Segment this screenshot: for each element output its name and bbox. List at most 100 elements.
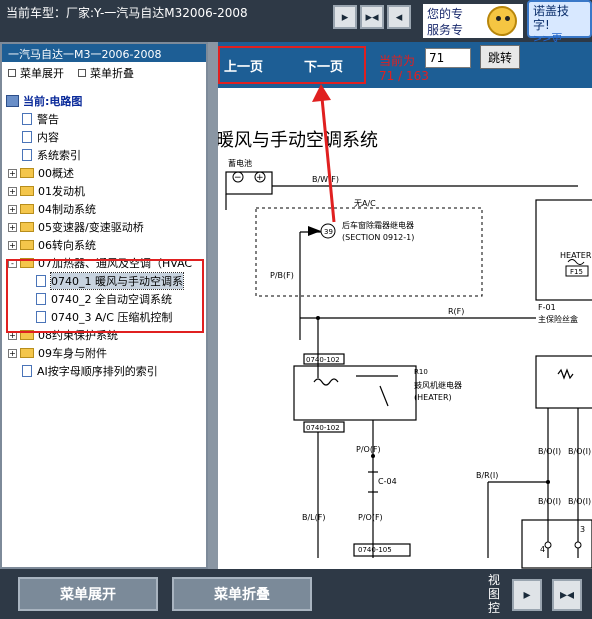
tree-collapse-link[interactable]: 菜单折叠 — [78, 65, 134, 81]
tree-item[interactable]: +06转向系统 — [2, 236, 206, 254]
diagram-label: B/W(F) — [312, 175, 339, 184]
tree-item[interactable]: +09车身与附件 — [2, 344, 206, 362]
diagram-label: R10 — [414, 368, 428, 376]
square-icon — [78, 69, 86, 77]
tree-root[interactable]: 当前:电路图 — [2, 92, 206, 110]
diagram-label: (SECTION 0912-1) — [342, 233, 414, 242]
diagram-label: 39 — [324, 228, 333, 236]
view-right-button-bottom[interactable]: ▸ — [512, 579, 542, 611]
diagram-label: B/O(I) — [538, 447, 561, 456]
diagram-label: 0740-105 — [358, 546, 392, 554]
tree-item[interactable]: 系统索引 — [2, 146, 206, 164]
document-icon — [22, 113, 32, 125]
diagram-label: 0740-102 — [306, 356, 340, 364]
tree-ops: 菜单展开 菜单折叠 — [2, 62, 206, 84]
document-icon — [22, 149, 32, 161]
tree-item[interactable]: +00概述 — [2, 164, 206, 182]
expand-icon[interactable]: + — [8, 204, 17, 214]
square-icon — [8, 69, 16, 77]
smiley-icon — [487, 6, 517, 36]
expand-icon[interactable]: + — [8, 222, 17, 232]
diagram-label: 鼓风机继电器 — [414, 380, 462, 390]
expand-menu-button[interactable]: 菜单展开 — [18, 577, 158, 611]
wiring-diagram: − + 蓄电池 B/W(F) 无A/C 39 后车窗除霜器继电器 (SECTIO… — [225, 158, 592, 569]
diagram-label: 3 — [580, 525, 585, 534]
diagram-label: 蓄电池 — [228, 158, 252, 168]
diagram-label: B/O(I) — [568, 447, 591, 456]
diagram-label: 主保险丝盒 — [538, 314, 578, 324]
ad-right-line-2: 字! — [533, 18, 550, 32]
diagram-label: B/O(I) — [568, 497, 591, 506]
tree-view: 当前:电路图 警告 内容 系统索引 +00概述 +01发动机 +04制动系统 +05变速器/… — [2, 84, 206, 380]
view-control-group: ▸ ▸◂ ◂ — [333, 5, 411, 29]
tree-expand-label: 菜单展开 — [20, 67, 64, 80]
folder-icon — [20, 240, 34, 250]
expand-icon[interactable]: + — [8, 168, 17, 178]
sidebar-splitter[interactable] — [208, 42, 218, 569]
content-panel: 上一页 下一页 当前为 71 / 163 跳转 暖风与手动空调系统 — [218, 42, 592, 569]
next-page-button[interactable]: 下一页 — [304, 56, 343, 75]
folder-icon — [20, 348, 34, 358]
tree-item-label: 内容 — [37, 131, 59, 144]
jump-button[interactable]: 跳转 — [480, 45, 520, 69]
diagram-label: (HEATER) — [414, 393, 452, 402]
tree-root-label: 当前:电路图 — [23, 95, 83, 108]
tree-item[interactable]: 警告 — [2, 110, 206, 128]
document-icon — [22, 131, 32, 143]
tree-item[interactable]: +01发动机 — [2, 182, 206, 200]
tree-item[interactable]: +05变速器/变速驱动桥 — [2, 218, 206, 236]
diagram-label: 0740-102 — [306, 424, 340, 432]
expand-icon[interactable]: + — [8, 348, 17, 358]
tree-item[interactable]: AI按字母顺序排列的索引 — [2, 362, 206, 380]
view-control-label: 视图控 — [488, 573, 501, 615]
window-title: 当前车型：厂家:Y-一汽马自达M32006-2008 — [6, 6, 248, 20]
diagram-label: P/O(F) — [356, 445, 381, 454]
sidebar: 一汽马自达一M3一2006-2008 菜单展开 菜单折叠 当前:电路图 警告 内容… — [0, 42, 208, 569]
diagram-label: F-01 — [538, 303, 556, 312]
tree-item-label: AI按字母顺序排列的索引 — [37, 365, 158, 378]
ad-banner-left[interactable]: 您的专 服务专 — [423, 4, 523, 38]
diagram-label: 无A/C — [354, 199, 376, 208]
diagram-label: 后车窗除霜器继电器 — [342, 220, 414, 230]
collapse-menu-button[interactable]: 菜单折叠 — [172, 577, 312, 611]
view-split-button-bottom[interactable]: ▸◂ — [552, 579, 582, 611]
tree-item-label: 04制动系统 — [38, 203, 96, 216]
page-count: 71 / 163 — [379, 69, 429, 83]
view-right-button[interactable]: ▸ — [333, 5, 357, 29]
expand-icon[interactable]: + — [8, 240, 17, 250]
plus-glyph: + — [256, 173, 264, 183]
tree-item-label: 09车身与附件 — [38, 347, 107, 360]
diagram-label: B/L(F) — [302, 513, 325, 522]
page-navbar: 上一页 下一页 当前为 71 / 163 跳转 — [218, 42, 592, 88]
title-bar: 当前车型：厂家:Y-一汽马自达M32006-2008 ▸ ▸◂ ◂ 您的专 服务… — [0, 0, 592, 45]
page-number-input[interactable] — [425, 48, 471, 68]
diagram-label: P/B(F) — [270, 271, 294, 280]
diagram-label: P/O(F) — [358, 513, 383, 522]
tree-item[interactable]: +04制动系统 — [2, 200, 206, 218]
tree-item-label: 系统索引 — [37, 149, 81, 162]
computer-icon — [6, 95, 19, 107]
folder-icon — [20, 222, 34, 232]
tree-item-label: 05变速器/变速驱动桥 — [38, 221, 144, 234]
view-split-button[interactable]: ▸◂ — [360, 5, 384, 29]
ad-right-line-1: 诺盖技 — [533, 4, 570, 18]
tree-expand-link[interactable]: 菜单展开 — [8, 65, 64, 81]
bottom-toolbar: 菜单展开 菜单折叠 视图控 ▸ ▸◂ — [0, 569, 592, 619]
diagram-label: R(F) — [448, 307, 464, 316]
minus-glyph: − — [234, 173, 242, 183]
prev-page-button[interactable]: 上一页 — [224, 56, 263, 75]
diagram-label: HEATER — [560, 251, 592, 260]
diagram-label: C-04 — [378, 477, 397, 486]
folder-icon — [20, 186, 34, 196]
diagram-label: B/R(I) — [476, 471, 498, 480]
ad-banner-right[interactable]: 诺盖技 字! >>更 — [527, 0, 592, 45]
tree-item[interactable]: 内容 — [2, 128, 206, 146]
annotation-box-tree — [6, 259, 204, 333]
diagram-label: F15 — [570, 268, 583, 276]
tree-collapse-label: 菜单折叠 — [90, 67, 134, 80]
expand-icon[interactable]: + — [8, 186, 17, 196]
tree-item-label: 00概述 — [38, 167, 74, 180]
view-left-button[interactable]: ◂ — [387, 5, 411, 29]
tree-item-label: 01发动机 — [38, 185, 85, 198]
current-page-label: 当前为 — [379, 54, 416, 68]
